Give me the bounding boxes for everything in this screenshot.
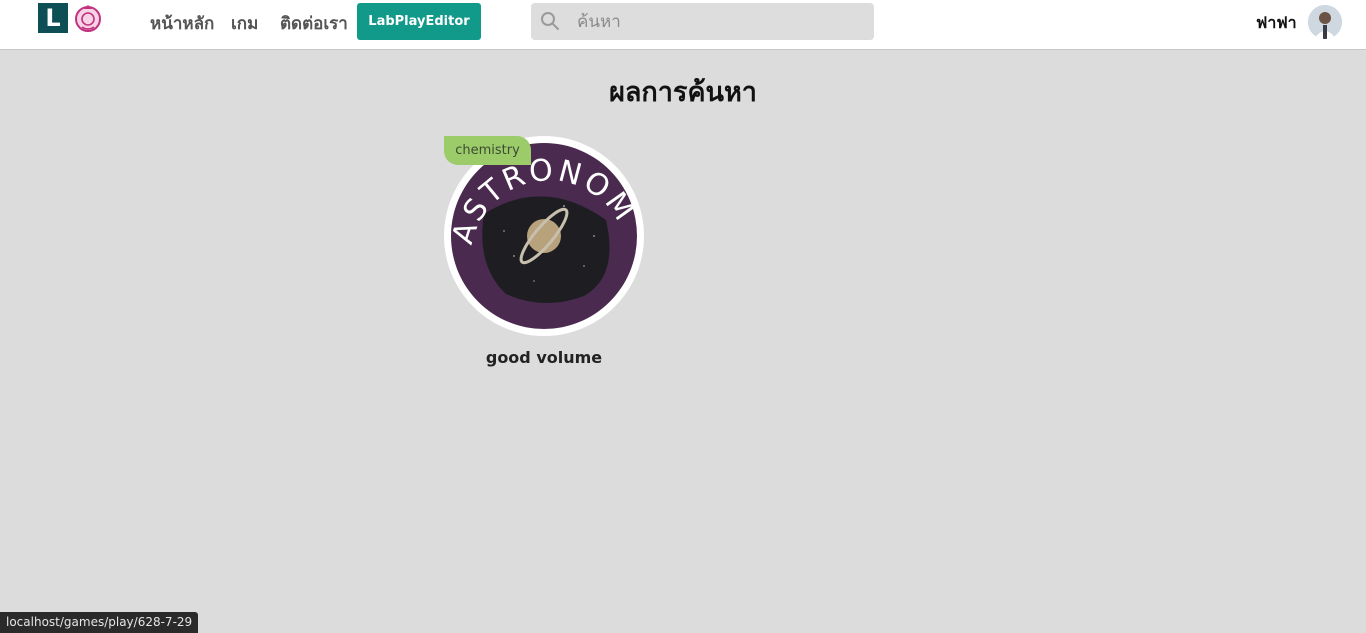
- search-box: [531, 3, 874, 40]
- user-name[interactable]: ฟาฟา: [1256, 11, 1297, 36]
- nav-contact-link[interactable]: ติดต่อเรา: [280, 10, 348, 37]
- user-avatar[interactable]: [1308, 5, 1342, 39]
- game-card[interactable]: ASTRONOMY chemistry good volume: [444, 136, 644, 376]
- nav-home-link[interactable]: หน้าหลัก: [150, 10, 214, 37]
- page-title: ผลการค้นหา: [609, 77, 757, 108]
- site-logo[interactable]: L: [38, 3, 68, 33]
- search-icon: [541, 12, 559, 30]
- search-input[interactable]: [577, 3, 867, 40]
- university-seal-icon: [75, 5, 101, 32]
- top-navbar: L หน้าหลัก เกม ติดต่อเรา LabPlayEditor ฟ…: [0, 0, 1366, 50]
- status-bar-url: localhost/games/play/628-7-29: [0, 612, 199, 633]
- avatar-person-icon: [1308, 5, 1342, 39]
- game-title[interactable]: good volume: [444, 348, 644, 367]
- labplay-editor-button[interactable]: LabPlayEditor: [357, 3, 481, 40]
- astronomy-thumbnail-image: ASTRONOMY: [444, 136, 640, 329]
- game-thumbnail[interactable]: ASTRONOMY: [444, 136, 644, 336]
- nav-games-link[interactable]: เกม: [231, 10, 258, 37]
- category-badge: chemistry: [444, 136, 531, 165]
